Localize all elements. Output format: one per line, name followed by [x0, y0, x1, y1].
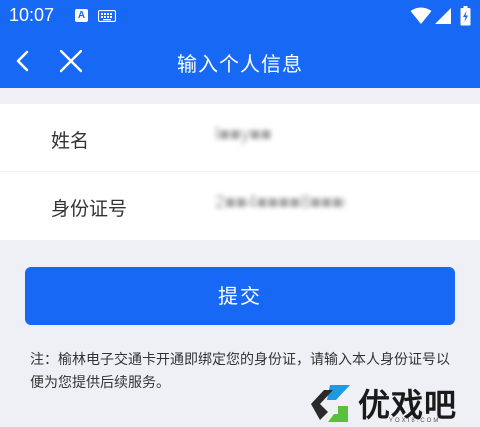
status-bar: 10:07 A	[0, 0, 480, 34]
signal-icon	[435, 8, 451, 24]
status-time: 10:07	[9, 5, 55, 25]
wifi-icon	[410, 7, 432, 24]
id-number-field[interactable]: 2■■4■■■■8■■■■■	[215, 192, 345, 218]
name-row: 姓名 l■■y■■	[0, 104, 480, 172]
watermark-logo: 优戏吧 YOXI8.COM	[306, 379, 480, 427]
submit-button[interactable]: 提交	[25, 267, 455, 325]
name-label: 姓名	[51, 130, 90, 152]
id-number-label: 身份证号	[51, 198, 128, 220]
keyboard-icon	[98, 10, 116, 22]
page-title: 输入个人信息	[177, 52, 303, 76]
nav-bar: 输入个人信息	[0, 34, 480, 88]
brand-url: YOXI8.COM	[389, 418, 441, 424]
battery-charging-icon	[460, 6, 471, 26]
id-row: 身份证号 2■■4■■■■8■■■■■	[0, 172, 480, 240]
a-app-icon: A	[75, 9, 88, 22]
personal-info-form: 姓名 l■■y■■ 身份证号 2■■4■■■■8■■■■■	[0, 104, 480, 240]
name-field[interactable]: l■■y■■	[215, 124, 345, 150]
brand-logo-icon	[311, 385, 350, 422]
